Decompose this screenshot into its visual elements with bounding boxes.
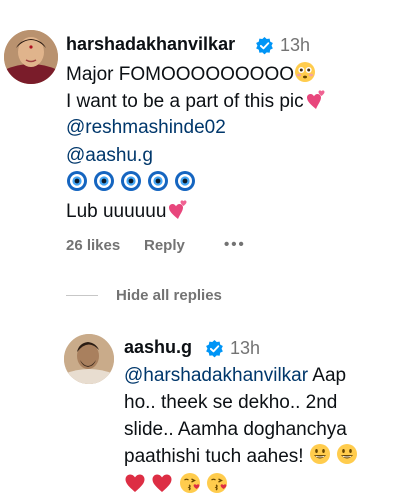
timestamp: 13h bbox=[230, 338, 261, 358]
more-options-icon[interactable]: ••• bbox=[224, 236, 246, 253]
comment-text: Lub uuuuuu bbox=[66, 201, 167, 222]
reply-text: paathishi tuch aahes! bbox=[124, 446, 304, 467]
avatar[interactable] bbox=[64, 334, 114, 384]
face-blowing-kiss-icon bbox=[206, 472, 228, 502]
grinning-face-icon bbox=[309, 443, 331, 473]
red-heart-icon bbox=[151, 472, 173, 502]
mention-link[interactable]: @reshmashinde02 bbox=[66, 116, 226, 140]
reply-line-3: slide.. Aamha doghanchya bbox=[124, 419, 347, 440]
mention-link[interactable]: @aashu.g bbox=[66, 144, 153, 168]
comment-text: I want to be a part of this pic bbox=[66, 91, 304, 112]
hide-replies-button[interactable]: Hide all replies bbox=[116, 287, 222, 304]
comment-line-2: I want to be a part of this pic bbox=[66, 88, 326, 117]
reply-emoji-line bbox=[124, 472, 228, 502]
comment-line-1: Major FOMOOOOOOOOO bbox=[66, 61, 316, 90]
reply-line-4: paathishi tuch aahes! bbox=[124, 443, 358, 473]
username[interactable]: aashu.g bbox=[124, 337, 192, 358]
comment-line-6: Lub uuuuuu bbox=[66, 198, 188, 227]
reply-button[interactable]: Reply bbox=[144, 237, 185, 254]
avatar[interactable] bbox=[4, 30, 58, 84]
timestamp: 13h bbox=[280, 35, 311, 55]
nazar-amulet-icon bbox=[67, 171, 195, 191]
verified-badge-icon bbox=[256, 36, 273, 55]
grinning-face-icon bbox=[336, 443, 358, 473]
red-heart-icon bbox=[124, 472, 146, 502]
two-hearts-icon bbox=[304, 88, 326, 117]
reply-text: Aap bbox=[308, 365, 347, 386]
replies-divider bbox=[66, 295, 98, 296]
reply-line-2: ho.. theek se dekho.. 2nd bbox=[124, 392, 338, 413]
nazar-amulet-row bbox=[66, 170, 206, 199]
comment-text: Major FOMOOOOOOOOO bbox=[66, 64, 295, 85]
reply-line-1: @harshadakhanvilkar Aap bbox=[124, 362, 346, 389]
two-hearts-icon bbox=[166, 198, 188, 227]
username[interactable]: harshadakhanvilkar bbox=[66, 34, 235, 55]
likes-count[interactable]: 26 likes bbox=[66, 237, 120, 254]
mention-link[interactable]: @harshadakhanvilkar bbox=[124, 365, 308, 386]
face-blowing-kiss-icon bbox=[179, 472, 201, 502]
flushed-face-icon bbox=[294, 61, 316, 90]
verified-badge-icon bbox=[206, 339, 223, 358]
